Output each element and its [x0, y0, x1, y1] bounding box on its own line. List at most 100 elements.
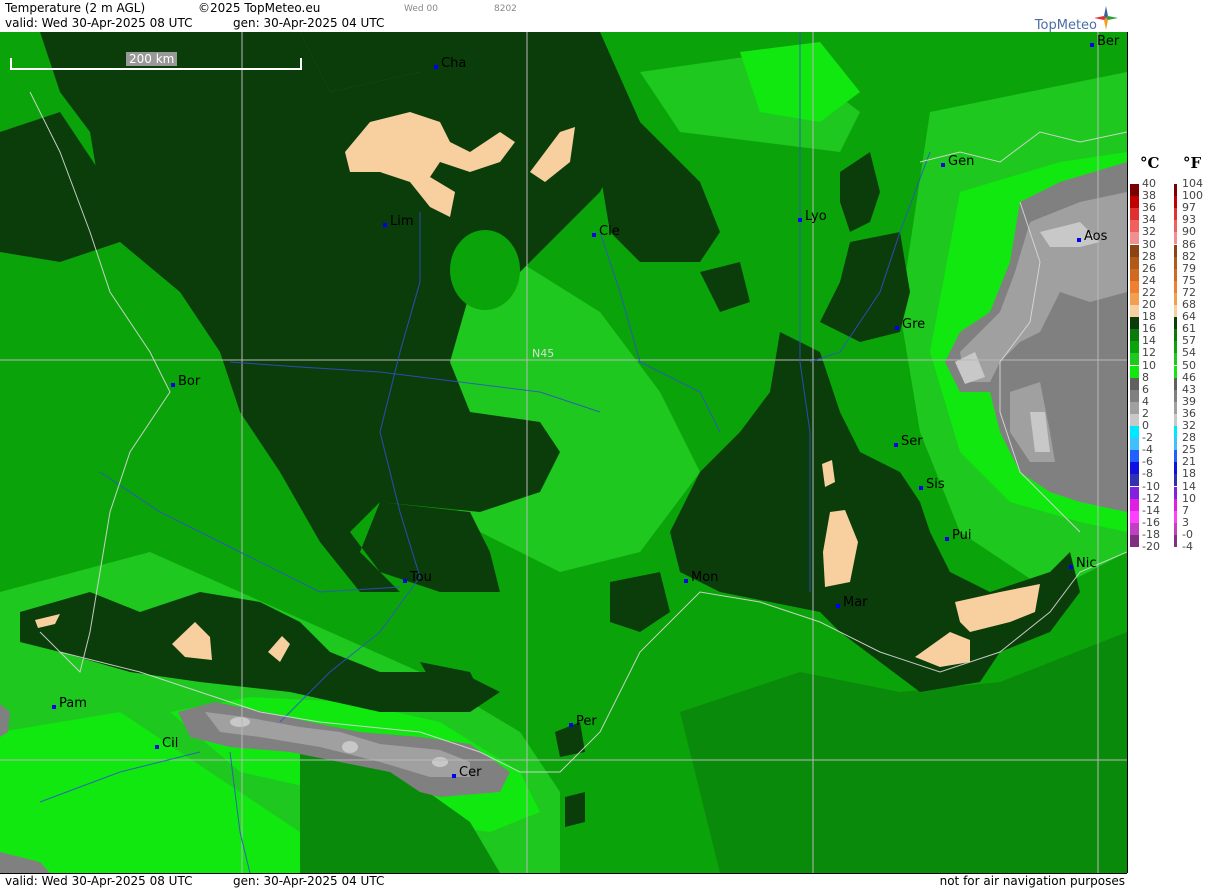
latitude-label: N45	[532, 347, 555, 360]
legend-celsius-label: -8	[1142, 467, 1153, 481]
city-label[interactable]: Cer	[452, 765, 481, 780]
legend-swatch-fahrenheit	[1174, 438, 1177, 451]
copyright: ©2025 TopMeteo.eu	[198, 1, 321, 15]
legend-celsius-label: -10	[1142, 479, 1160, 493]
legend-swatch-celsius	[1130, 292, 1139, 305]
city-label[interactable]: Lim	[383, 214, 414, 229]
legend-fahrenheit-label: 43	[1182, 382, 1196, 396]
legend-fahrenheit-label: 93	[1182, 213, 1196, 227]
city-label[interactable]: Pam	[52, 696, 87, 711]
city-label[interactable]: Aos	[1077, 229, 1107, 244]
city-label[interactable]: Lyo	[798, 209, 827, 224]
celsius-unit: °C	[1140, 154, 1160, 172]
legend-swatch-celsius	[1130, 522, 1139, 535]
legend-swatch-fahrenheit	[1174, 341, 1177, 354]
city-marker-icon	[894, 443, 898, 447]
city-marker-icon	[171, 383, 175, 387]
city-label[interactable]: Sis	[919, 477, 945, 492]
legend-swatch-celsius	[1130, 365, 1139, 378]
legend-swatch-fahrenheit	[1174, 522, 1177, 535]
legend-swatch-fahrenheit	[1174, 450, 1177, 463]
legend-swatch-celsius	[1130, 280, 1139, 293]
legend-swatch-fahrenheit	[1174, 534, 1177, 547]
legend-fahrenheit-label: 82	[1182, 249, 1196, 263]
legend-swatch-fahrenheit	[1174, 292, 1177, 305]
city-marker-icon	[836, 604, 840, 608]
legend-fahrenheit-label: 54	[1182, 346, 1196, 360]
legend-celsius-label: -20	[1142, 540, 1160, 553]
legend-swatch-celsius	[1130, 184, 1139, 196]
legend-celsius-label: 36	[1142, 201, 1156, 215]
legend-fahrenheit-label: 79	[1182, 261, 1196, 275]
gen-time: gen: 30-Apr-2025 04 UTC	[233, 16, 385, 30]
city-label[interactable]: Ser	[894, 434, 923, 449]
city-marker-icon	[434, 65, 438, 69]
legend-swatch-fahrenheit	[1174, 474, 1177, 487]
city-marker-icon	[403, 579, 407, 583]
legend-celsius-label: 10	[1142, 358, 1156, 372]
city-label[interactable]: Per	[569, 714, 597, 729]
legend-fahrenheit-label: 18	[1182, 467, 1196, 481]
legend-fahrenheit-label: 46	[1182, 370, 1196, 384]
legend-fahrenheit-label: 100	[1182, 189, 1203, 203]
city-marker-icon	[1077, 238, 1081, 242]
legend-swatch-celsius	[1130, 329, 1139, 342]
city-label[interactable]: Tou	[403, 570, 432, 585]
legend-fahrenheit-label: 68	[1182, 298, 1196, 311]
legend-fahrenheit-label: 28	[1182, 431, 1196, 445]
legend-fahrenheit-label: 10	[1182, 491, 1196, 505]
city-marker-icon	[52, 705, 56, 709]
legend-swatch-celsius	[1130, 341, 1139, 354]
city-label[interactable]: Bor	[171, 374, 200, 389]
city-marker-icon	[452, 774, 456, 778]
legend-celsius-label: 26	[1142, 261, 1156, 275]
city-label[interactable]: Mon	[684, 570, 718, 585]
legend-swatch-fahrenheit	[1174, 413, 1177, 426]
legend-swatch-fahrenheit	[1174, 268, 1177, 281]
footer-gen-time: gen: 30-Apr-2025 04 UTC	[233, 874, 385, 888]
legend-swatch-fahrenheit	[1174, 305, 1177, 317]
city-marker-icon	[592, 233, 596, 237]
legend-swatch-celsius	[1130, 232, 1139, 245]
city-label[interactable]: Cha	[434, 56, 466, 71]
legend-swatch-celsius	[1130, 534, 1139, 547]
legend-celsius-label: 20	[1142, 298, 1156, 311]
city-label[interactable]: Pui	[945, 528, 971, 543]
city-label[interactable]: Cle	[592, 224, 620, 239]
topmeteo-logo[interactable]: TopMeteo	[1014, 4, 1119, 33]
legend-celsius-label: 0	[1142, 419, 1149, 432]
legend-celsius-label: 2	[1142, 406, 1149, 420]
legend-swatch-celsius	[1130, 401, 1139, 414]
city-label[interactable]: Mar	[836, 595, 868, 610]
legend-swatch-celsius	[1130, 438, 1139, 451]
legend-celsius-label: 12	[1142, 346, 1156, 360]
legend-celsius-label: -14	[1142, 503, 1160, 517]
city-label[interactable]: Gen	[941, 154, 974, 169]
legend-fahrenheit-label: 14	[1182, 479, 1196, 493]
legend-swatch-celsius	[1130, 220, 1139, 233]
legend-swatch-fahrenheit	[1174, 280, 1177, 293]
valid-time: valid: Wed 30-Apr-2025 08 UTC	[5, 16, 193, 30]
legend-fahrenheit-label: 64	[1182, 310, 1196, 324]
legend-celsius-label: 22	[1142, 285, 1156, 299]
city-label[interactable]: Nic	[1069, 556, 1096, 571]
temperature-legend: °C °F 40 38 36 34 32 30 28 26 24 22 20 18 16 14 12 10 8 6…	[1128, 32, 1219, 887]
legend-celsius-label: 4	[1142, 394, 1149, 408]
city-label[interactable]: Cil	[155, 736, 178, 751]
header-bar: Temperature (2 m AGL) ©2025 TopMeteo.eu …	[0, 0, 1127, 33]
legend-fahrenheit-label: 50	[1182, 358, 1196, 372]
legend-swatch-celsius	[1130, 510, 1139, 523]
legend-fahrenheit-label: 75	[1182, 273, 1196, 287]
city-marker-icon	[684, 579, 688, 583]
legend-celsius-label: -18	[1142, 527, 1160, 541]
legend-swatch-celsius	[1130, 353, 1139, 366]
city-label[interactable]: Ber	[1090, 34, 1119, 49]
legend-swatch-celsius	[1130, 450, 1139, 463]
temperature-map[interactable]: 200 km N45 Cha Lim Cle Lyo Gen Ber Aos G…	[0, 32, 1128, 873]
legend-swatch-fahrenheit	[1174, 256, 1177, 269]
scale-label: 200 km	[126, 52, 178, 66]
map-title: Temperature (2 m AGL)	[5, 1, 146, 15]
city-label[interactable]: Gre	[895, 317, 925, 332]
legend-fahrenheit-label: 3	[1182, 515, 1189, 529]
legend-swatch-fahrenheit	[1174, 426, 1177, 438]
